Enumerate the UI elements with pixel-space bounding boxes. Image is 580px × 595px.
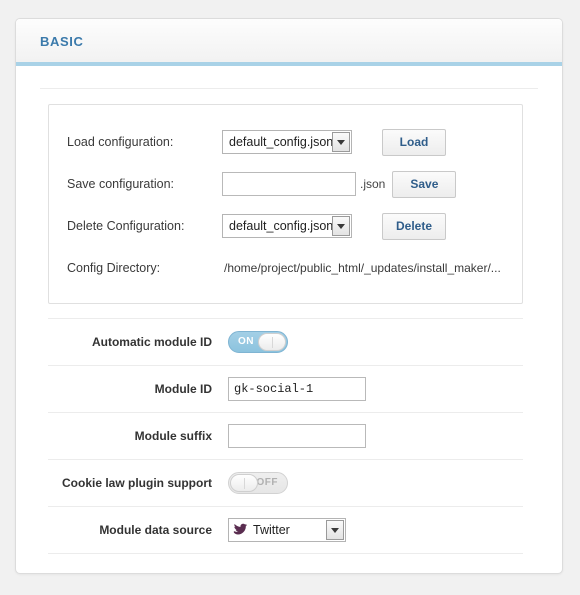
- module-id-control: [228, 377, 523, 401]
- config-directory-value: /home/project/public_html/_updates/insta…: [224, 261, 501, 275]
- toggle-knob: [230, 474, 258, 492]
- load-configuration-control: default_config.json Load: [222, 128, 446, 156]
- chevron-down-icon: [332, 132, 350, 152]
- module-suffix-row: Module suffix: [48, 412, 523, 459]
- page-title: BASIC: [40, 34, 84, 49]
- module-data-source-label: Module data source: [99, 523, 212, 537]
- save-button[interactable]: Save: [392, 170, 457, 198]
- automatic-module-id-row: Automatic module ID ON: [48, 318, 523, 365]
- cookie-law-row: Cookie law plugin support OFF: [48, 459, 523, 506]
- delete-configuration-label: Delete Configuration:: [67, 219, 185, 233]
- cookie-law-toggle-state: OFF: [256, 477, 278, 488]
- module-suffix-input[interactable]: [228, 424, 366, 448]
- config-directory-label: Config Directory:: [67, 261, 161, 275]
- chevron-down-icon: [332, 216, 350, 236]
- delete-configuration-select[interactable]: default_config.json: [222, 214, 352, 238]
- cookie-law-label: Cookie law plugin support: [62, 476, 212, 490]
- cookie-law-control: OFF: [228, 472, 523, 494]
- module-data-source-select[interactable]: Twitter: [228, 518, 346, 542]
- config-directory-control: /home/project/public_html/_updates/insta…: [222, 261, 501, 275]
- module-suffix-label: Module suffix: [134, 429, 212, 443]
- module-data-source-control: Twitter: [228, 518, 523, 542]
- module-suffix-control: [228, 424, 523, 448]
- bottom-divider: [48, 553, 523, 554]
- basic-settings-panel: BASIC Load configuration: default_config…: [15, 18, 563, 574]
- config-directory-row: Config Directory: /home/project/public_h…: [67, 247, 504, 289]
- delete-button[interactable]: Delete: [382, 212, 446, 240]
- toggle-knob: [258, 333, 286, 351]
- save-configuration-label: Save configuration:: [67, 177, 175, 191]
- automatic-module-id-toggle[interactable]: ON: [228, 331, 288, 353]
- load-configuration-row: Load configuration: default_config.json …: [67, 121, 504, 163]
- automatic-module-id-label: Automatic module ID: [91, 335, 212, 349]
- save-configuration-control: .json Save: [222, 170, 457, 198]
- module-id-row: Module ID: [48, 365, 523, 412]
- load-button[interactable]: Load: [382, 128, 446, 156]
- module-data-source-selected-value: Twitter: [229, 519, 316, 541]
- load-configuration-label: Load configuration:: [67, 135, 174, 149]
- top-divider: [40, 88, 538, 89]
- json-extension-label: .json: [360, 177, 386, 191]
- delete-configuration-control: default_config.json Delete: [222, 212, 446, 240]
- settings-list: Automatic module ID ON Module ID Module …: [48, 318, 523, 554]
- module-data-source-row: Module data source Twitter: [48, 506, 523, 553]
- load-configuration-select[interactable]: default_config.json: [222, 130, 352, 154]
- module-id-label: Module ID: [154, 382, 212, 396]
- delete-configuration-row: Delete Configuration: default_config.jso…: [67, 205, 504, 247]
- cookie-law-toggle[interactable]: OFF: [228, 472, 288, 494]
- panel-header: BASIC: [16, 19, 562, 66]
- panel-body: Load configuration: default_config.json …: [16, 88, 562, 554]
- automatic-module-id-toggle-state: ON: [238, 336, 254, 347]
- save-configuration-input[interactable]: [222, 172, 356, 196]
- chevron-down-icon: [326, 520, 344, 540]
- module-id-input[interactable]: [228, 377, 366, 401]
- twitter-bird-icon: [233, 523, 248, 535]
- save-configuration-row: Save configuration: .json Save: [67, 163, 504, 205]
- automatic-module-id-control: ON: [228, 331, 523, 353]
- configuration-box: Load configuration: default_config.json …: [48, 104, 523, 304]
